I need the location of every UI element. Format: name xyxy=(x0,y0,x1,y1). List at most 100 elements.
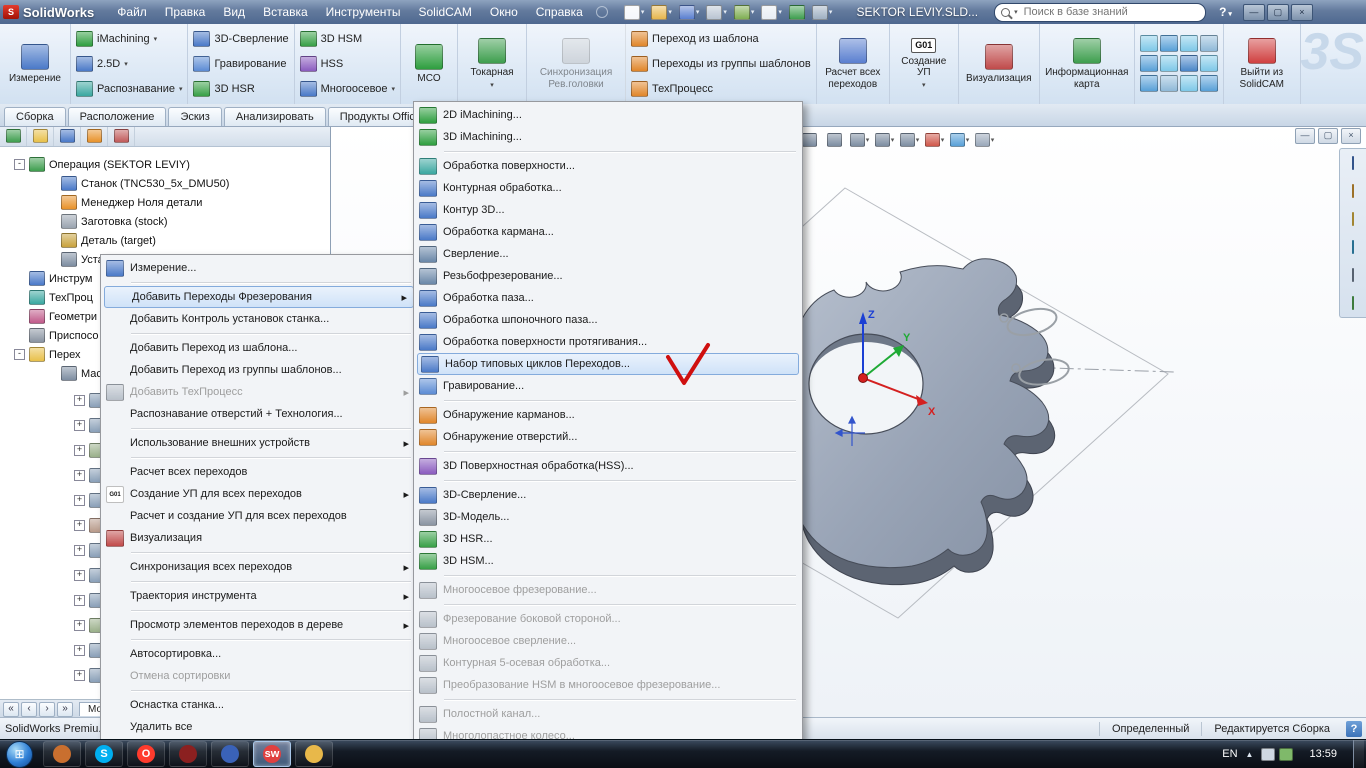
appearances-icon[interactable] xyxy=(923,130,946,150)
sub-3d-hsr[interactable]: 3D HSR... xyxy=(416,528,800,550)
ctx-measure[interactable]: Измерение... xyxy=(103,257,415,279)
sub-drilling[interactable]: Сверление... xyxy=(416,243,800,265)
rebuild-icon[interactable] xyxy=(787,4,807,21)
tree-expander[interactable]: - xyxy=(14,159,25,170)
tree-expander[interactable]: + xyxy=(74,645,85,656)
sub-pocket-milling[interactable]: Обработка кармана... xyxy=(416,221,800,243)
op-from-template-button[interactable]: Переход из шаблона xyxy=(631,30,759,49)
sub-3d-model[interactable]: 3D-Модель... xyxy=(416,506,800,528)
configuration-manager-tab[interactable] xyxy=(81,126,108,146)
sim-icon-6[interactable] xyxy=(1159,55,1178,72)
sub-profile-milling[interactable]: Контурная обработка... xyxy=(416,177,800,199)
submenu-item[interactable] xyxy=(416,696,800,703)
tree-zero-manager[interactable]: Менеджер Ноля детали xyxy=(0,193,328,212)
view-orientation-icon[interactable] xyxy=(848,130,871,150)
doc-minimize-button[interactable]: — xyxy=(1295,128,1315,144)
file-explorer-icon[interactable] xyxy=(1352,212,1354,226)
ribbon-3d-hsr-button[interactable]: 3D HSR xyxy=(193,79,255,98)
ctx-add-machine-control[interactable]: Добавить Контроль установок станка... xyxy=(103,308,415,330)
save-icon[interactable] xyxy=(677,4,702,21)
submenu-item[interactable] xyxy=(416,477,800,484)
context-menu-item[interactable] xyxy=(103,687,415,694)
sub-3d-imachining[interactable]: 3D iMachining... xyxy=(416,126,800,148)
tree-expander[interactable]: - xyxy=(14,349,25,360)
sub-3d-hsm[interactable]: 3D HSM... xyxy=(416,550,800,572)
sim-icon-8[interactable] xyxy=(1199,55,1218,72)
taskbar-app-2[interactable] xyxy=(169,741,207,767)
generate-nc-button[interactable]: G01 Создание УП ▾ xyxy=(895,38,953,89)
menu-solidcam[interactable]: SolidCAM xyxy=(410,1,481,23)
sim-icon-11[interactable] xyxy=(1179,75,1198,92)
ctx-machine-tooling[interactable]: Оснастка станка... xyxy=(103,694,415,716)
taskbar-skype[interactable]: S xyxy=(85,741,123,767)
sub-hole-recognition[interactable]: Обнаружение отверстий... xyxy=(416,426,800,448)
tree-expander[interactable]: + xyxy=(74,595,85,606)
nav-arrow-button[interactable]: » xyxy=(57,701,73,717)
ctx-add-milling-operations[interactable]: Добавить Переходы Фрезерования xyxy=(104,286,414,308)
mco-button[interactable]: MCO xyxy=(415,43,444,85)
sim-icon-7[interactable] xyxy=(1179,55,1198,72)
submenu-item[interactable] xyxy=(416,148,800,155)
tree-expander[interactable]: + xyxy=(74,570,85,581)
sub-typical-cycles[interactable]: Набор типовых циклов Переходов... xyxy=(417,353,799,375)
imachining-button[interactable]: iMachining xyxy=(76,30,157,49)
taskbar-app-1[interactable] xyxy=(43,741,81,767)
sim-icon-3[interactable] xyxy=(1179,35,1198,52)
taskbar-app-4[interactable] xyxy=(295,741,333,767)
undo-icon[interactable] xyxy=(732,4,757,21)
tree-expander[interactable]: + xyxy=(74,545,85,556)
tray-icon-1[interactable] xyxy=(1261,747,1276,761)
ribbon-3d-hsm-button[interactable]: 3D HSM xyxy=(299,30,362,49)
taskbar-app-3[interactable] xyxy=(211,741,249,767)
submenu-item[interactable] xyxy=(416,572,800,579)
open-icon[interactable] xyxy=(649,4,674,21)
tree-expander[interactable]: + xyxy=(74,670,85,681)
info-card-button[interactable]: Информационная карта xyxy=(1045,38,1129,90)
ctx-external-devices[interactable]: Использование внешних устройств xyxy=(103,432,415,454)
tree-expander[interactable]: + xyxy=(74,520,85,531)
ctx-autosort[interactable]: Автосортировка... xyxy=(103,643,415,665)
sub-multiaxis-drilling[interactable]: Многоосевое сверление... xyxy=(416,630,800,652)
doc-restore-button[interactable]: ▢ xyxy=(1318,128,1338,144)
context-menu-item[interactable] xyxy=(103,425,415,432)
context-menu-item[interactable] xyxy=(103,636,415,643)
select-arrow-icon[interactable] xyxy=(759,4,784,21)
tab-sketch[interactable]: Эскиз xyxy=(168,107,222,126)
ctx-sync-all[interactable]: Синхронизация всех переходов xyxy=(103,556,415,578)
exit-solidcam-button[interactable]: Выйти из SolidCAM xyxy=(1229,38,1295,90)
zoom-area-icon[interactable] xyxy=(823,130,846,150)
menu-edit[interactable]: Правка xyxy=(156,1,215,23)
options-icon[interactable] xyxy=(810,4,835,21)
new-document-icon[interactable] xyxy=(622,4,647,21)
ctx-add-techprocess[interactable]: Добавить ТехПроцесс xyxy=(103,381,415,403)
turning-button[interactable]: Токарная ▾ xyxy=(470,38,514,90)
search-input[interactable] xyxy=(1021,5,1200,19)
sim-icon-2[interactable] xyxy=(1159,35,1178,52)
visualization-button[interactable]: Визуализация xyxy=(966,43,1032,85)
submenu-item[interactable] xyxy=(416,601,800,608)
menu-window[interactable]: Окно xyxy=(481,1,527,23)
ctx-calculate-all[interactable]: Расчет всех переходов xyxy=(103,461,415,483)
ribbon-3d-drilling-button[interactable]: 3D-Сверление xyxy=(193,30,289,49)
sub-port-machining[interactable]: Полостной канал... xyxy=(416,703,800,725)
menu-insert[interactable]: Вставка xyxy=(254,1,317,23)
ctx-toolpath[interactable]: Траектория инструмента xyxy=(103,585,415,607)
view-settings-icon[interactable] xyxy=(973,130,996,150)
pin-icon[interactable] xyxy=(595,6,608,18)
submenu-item[interactable] xyxy=(416,448,800,455)
tree-operation[interactable]: - Операция (SEKTOR LEVIY) xyxy=(0,155,328,174)
tree-machine[interactable]: Станок (TNC530_5x_DMU50) xyxy=(0,174,328,193)
measure-button[interactable]: Измерение xyxy=(9,43,61,85)
resources-icon[interactable] xyxy=(1352,156,1354,170)
sub-engraving[interactable]: Гравирование... xyxy=(416,375,800,397)
sim-icon-9[interactable] xyxy=(1139,75,1158,92)
tree-expander[interactable]: + xyxy=(74,620,85,631)
ctx-show-op-elements[interactable]: Просмотр элементов переходов в дереве xyxy=(103,614,415,636)
tree-expander[interactable]: + xyxy=(74,445,85,456)
ctx-hole-recognition[interactable]: Распознавание отверстий + Технология... xyxy=(103,403,415,425)
sub-2d-imachining[interactable]: 2D iMachining... xyxy=(416,104,800,126)
tab-evaluate[interactable]: Анализировать xyxy=(223,107,326,126)
sim-icon-4[interactable] xyxy=(1199,35,1218,52)
close-button[interactable]: × xyxy=(1290,3,1313,21)
ctx-simulation[interactable]: Визуализация xyxy=(103,527,415,549)
